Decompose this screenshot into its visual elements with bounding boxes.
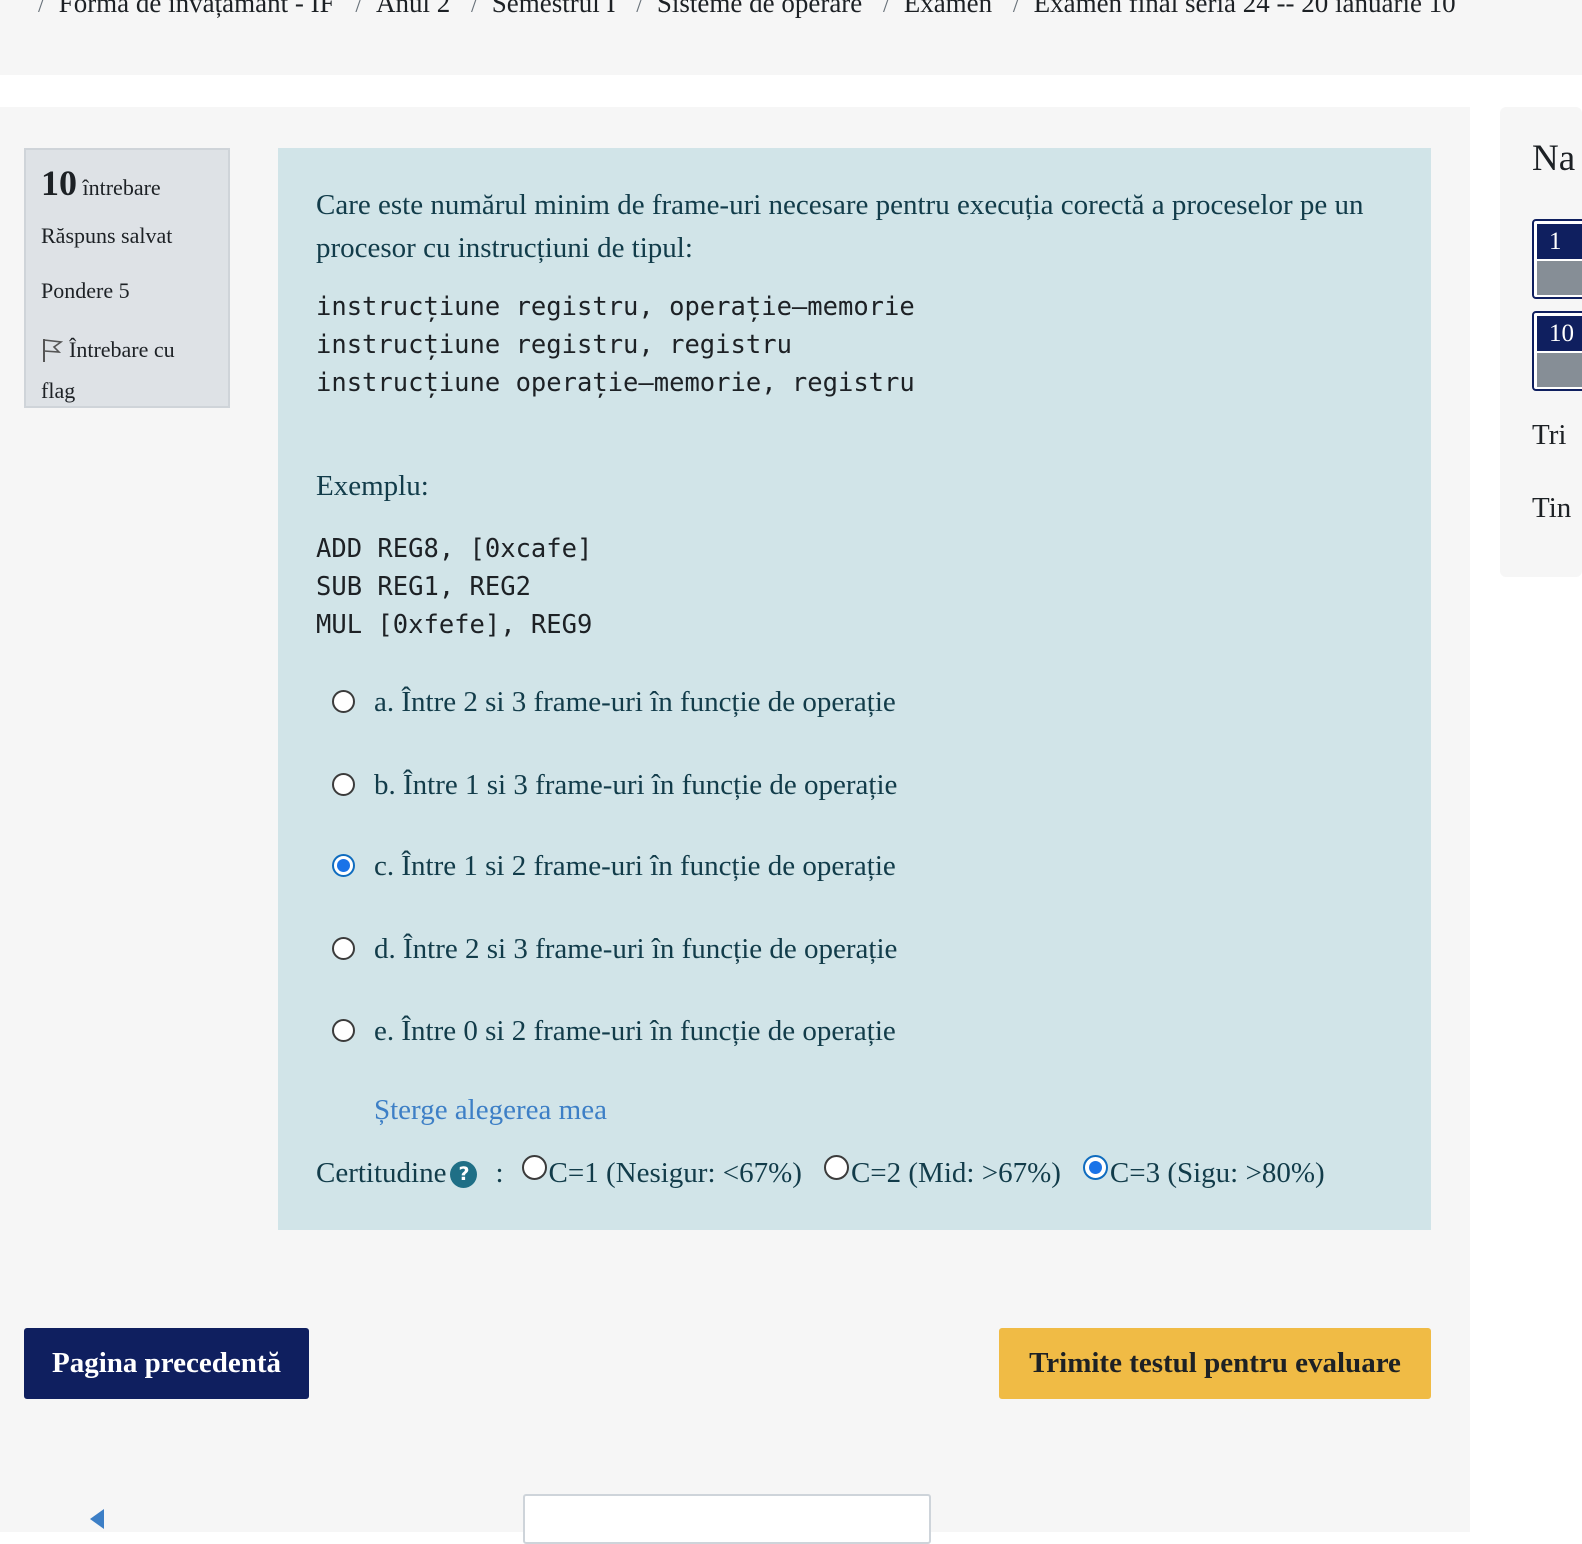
nav-question-number-10[interactable]: 10	[1537, 316, 1582, 351]
breadcrumb: / Forma de învățământ - IF / Anul 2 / Semes…	[38, 0, 1456, 19]
breadcrumb-item-course[interactable]: Sisteme de operare	[657, 0, 862, 18]
nav-question-button-1[interactable]: 1	[1532, 219, 1582, 299]
previous-activity-arrow-icon[interactable]	[90, 1509, 104, 1529]
quiz-navigation-panel: Na 1 10 Tri Tin	[1500, 107, 1582, 577]
breadcrumb-separator: /	[355, 0, 363, 18]
question-number: 10	[41, 163, 77, 203]
breadcrumb-item-form[interactable]: Forma de învățământ - IF	[59, 0, 335, 18]
example-label: Exemplu:	[316, 470, 429, 502]
answer-option-d[interactable]: d. Între 2 si 3 frame-uri în funcție de …	[332, 929, 1032, 969]
breadcrumb-item-year[interactable]: Anul 2	[376, 0, 450, 18]
breadcrumb-item-semester[interactable]: Semestrul I	[492, 0, 616, 18]
answer-label-b[interactable]: b. Între 1 si 3 frame-uri în funcție de …	[374, 765, 897, 805]
instruction-types-code: instrucțiune registru, operație—memorie …	[316, 292, 915, 398]
question-status: Răspuns salvat	[41, 223, 173, 249]
answer-option-c[interactable]: c. Între 1 si 2 frame-uri în funcție de …	[332, 846, 1032, 886]
question-text: Care este numărul minim de frame-uri nec…	[316, 189, 1364, 264]
finish-attempt-link[interactable]: Tri	[1532, 419, 1566, 452]
nav-question-state-1	[1537, 261, 1582, 295]
answer-label-e[interactable]: e. Între 0 si 2 frame-uri în funcție de …	[374, 1011, 896, 1051]
flag-question-toggle[interactable]: Întrebare cu flag	[41, 332, 213, 408]
breadcrumb-separator: /	[471, 0, 478, 18]
answer-radio-c[interactable]	[332, 854, 355, 877]
certainty-option-1[interactable]: C=1 (Nesigur: <67%)	[521, 1153, 802, 1193]
nav-question-state-10	[1537, 353, 1582, 387]
answer-radio-b[interactable]	[332, 773, 355, 796]
certainty-label-3[interactable]: C=3 (Sigu: >80%)	[1110, 1157, 1325, 1189]
question-number-label: întrebare	[82, 175, 161, 200]
example-code: ADD REG8, [0xcafe] SUB REG1, REG2 MUL [0…	[316, 534, 593, 640]
breadcrumb-separator: /	[38, 0, 45, 18]
previous-page-button[interactable]: Pagina precedentă	[24, 1328, 309, 1399]
certainty-option-2[interactable]: C=2 (Mid: >67%)	[823, 1153, 1061, 1193]
certainty-radio-1[interactable]	[521, 1155, 547, 1180]
certainty-row: Certitudine?: C=1 (Nesigur: <67%) C=2 (Mid…	[316, 1153, 1347, 1193]
breadcrumb-item-quiz[interactable]: Examen final seria 24 -- 20 ianuarie 10	[1034, 0, 1456, 18]
nav-question-button-10[interactable]: 10	[1532, 311, 1582, 391]
breadcrumb-separator: /	[636, 0, 643, 18]
answer-option-e[interactable]: e. Între 0 si 2 frame-uri în funcție de …	[332, 1011, 1032, 1051]
answer-radio-e[interactable]	[332, 1019, 355, 1042]
certainty-separator: :	[495, 1157, 504, 1189]
certainty-label: Certitudine	[316, 1157, 447, 1189]
quiz-main-region: 10 întrebare Răspuns salvat Pondere 5 În…	[0, 107, 1470, 1544]
certainty-label-1[interactable]: C=1 (Nesigur: <67%)	[549, 1157, 802, 1189]
certainty-option-3[interactable]: C=3 (Sigu: >80%)	[1082, 1153, 1325, 1193]
answer-option-a[interactable]: a. Între 2 si 3 frame-uri în funcție de …	[332, 682, 1032, 722]
question-number-line: 10 întrebare	[41, 162, 213, 205]
answer-radio-a[interactable]	[332, 690, 355, 713]
answer-label-d[interactable]: d. Între 2 si 3 frame-uri în funcție de …	[374, 929, 897, 969]
answer-label-a[interactable]: a. Între 2 si 3 frame-uri în funcție de …	[374, 682, 896, 722]
certainty-radio-2[interactable]	[823, 1155, 849, 1180]
answer-radio-d[interactable]	[332, 937, 355, 960]
breadcrumb-item-section[interactable]: Examen	[904, 0, 992, 18]
certainty-radio-3[interactable]	[1082, 1155, 1108, 1180]
clear-choice-link[interactable]: Șterge alegerea mea	[374, 1094, 607, 1127]
breadcrumb-bar: / Forma de învățământ - IF / Anul 2 / Semes…	[0, 0, 1582, 75]
breadcrumb-separator: /	[1012, 0, 1020, 18]
question-info-panel: 10 întrebare Răspuns salvat Pondere 5 În…	[24, 148, 230, 408]
answer-option-b[interactable]: b. Între 1 si 3 frame-uri în funcție de …	[332, 765, 1032, 805]
certainty-label-2[interactable]: C=2 (Mid: >67%)	[851, 1157, 1061, 1189]
answer-label-c[interactable]: c. Între 1 si 2 frame-uri în funcție de …	[374, 846, 896, 886]
jump-to-select[interactable]	[523, 1494, 931, 1544]
breadcrumb-separator: /	[883, 0, 890, 18]
question-grade: Pondere 5	[41, 277, 130, 303]
question-circle-icon[interactable]: ?	[450, 1161, 478, 1188]
time-left-text: Tin	[1532, 492, 1572, 524]
flag-icon[interactable]	[41, 337, 64, 373]
question-content-box: Care este numărul minim de frame-uri nec…	[278, 148, 1431, 1230]
submit-quiz-button[interactable]: Trimite testul pentru evaluare	[999, 1328, 1431, 1399]
nav-question-number-1[interactable]: 1	[1537, 224, 1582, 259]
quiz-navigation-heading: Na	[1532, 138, 1576, 179]
